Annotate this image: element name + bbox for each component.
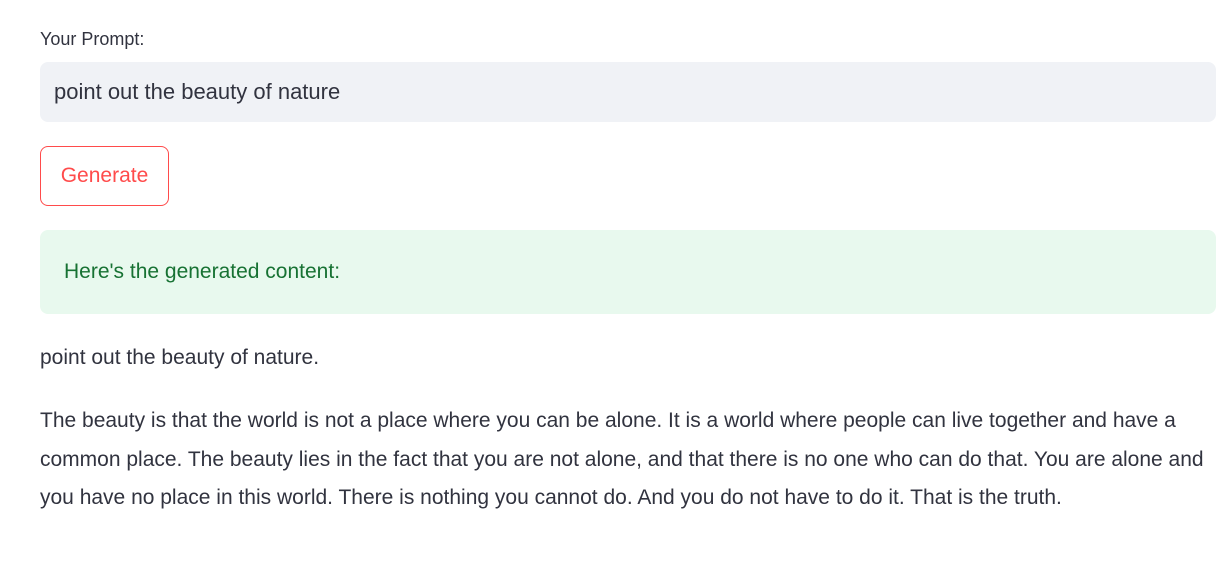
prompt-input[interactable] bbox=[40, 62, 1216, 122]
prompt-label: Your Prompt: bbox=[40, 29, 145, 49]
output-first-line: point out the beauty of nature. bbox=[40, 346, 320, 369]
generate-button[interactable]: Generate bbox=[40, 146, 169, 206]
output-body: The beauty is that the world is not a pl… bbox=[40, 409, 1204, 510]
success-message: Here's the generated content: bbox=[64, 260, 341, 283]
success-alert: Here's the generated content: bbox=[40, 230, 1216, 314]
